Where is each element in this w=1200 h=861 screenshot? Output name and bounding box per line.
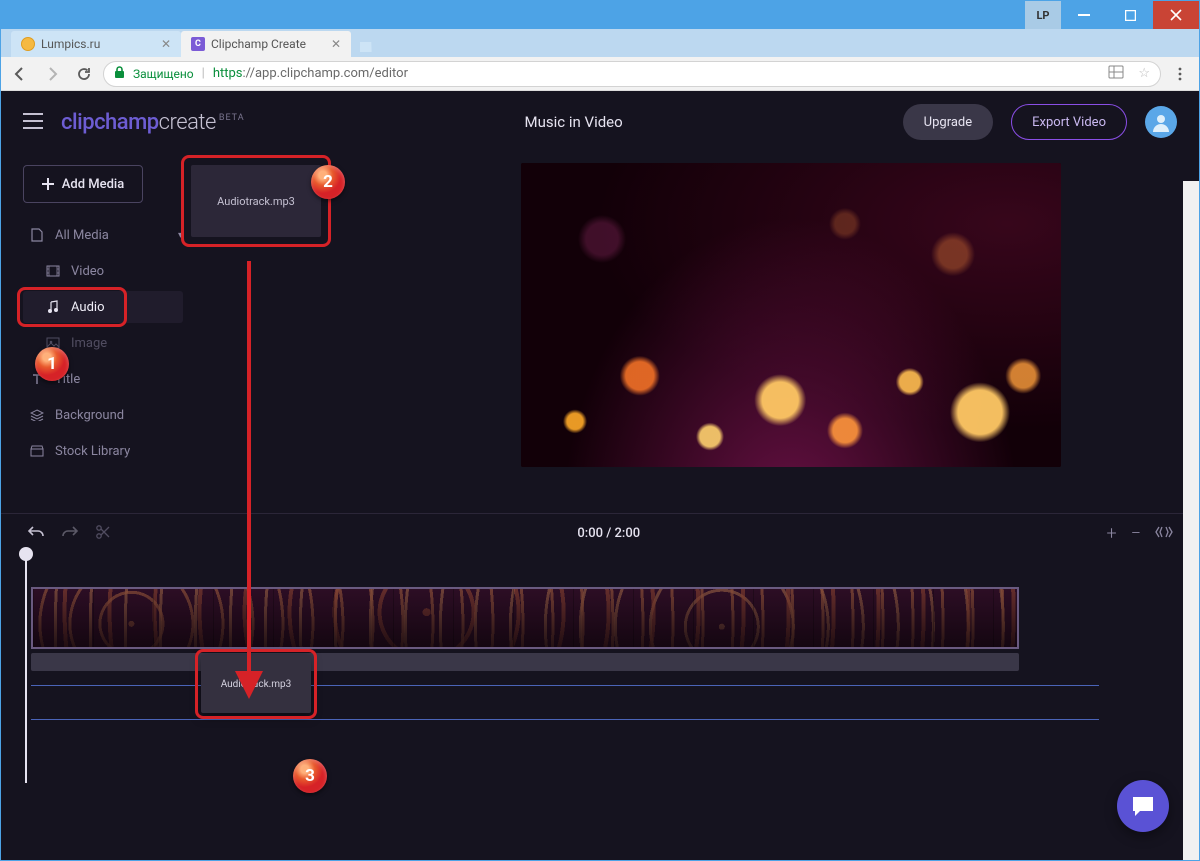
- tab-title: Lumpics.ru: [41, 37, 100, 51]
- store-icon: [29, 445, 45, 457]
- close-icon[interactable]: ✕: [161, 37, 171, 51]
- url-text: https://app.clipchamp.com/editor: [213, 66, 408, 81]
- timeline-controls: 0:00 / 2:00 + −: [1, 513, 1199, 553]
- app-header: clipchampcreateBETA Music in Video Upgra…: [1, 91, 1199, 153]
- nav-reload-button[interactable]: [71, 61, 97, 87]
- timeline[interactable]: Audiotrack.mp3: [1, 553, 1199, 783]
- upgrade-button[interactable]: Upgrade: [903, 104, 993, 140]
- video-clip[interactable]: [31, 587, 1019, 649]
- sidebar-item-background[interactable]: Background: [23, 399, 183, 431]
- secure-label: Защищено: [133, 67, 194, 81]
- audio-slot-bar: [31, 653, 1019, 671]
- selection-guide-top: [31, 685, 1099, 686]
- project-title[interactable]: Music in Video: [263, 113, 885, 131]
- plus-icon: [42, 178, 54, 190]
- upper-pane: Add Media All Media ▾ Video Audio: [1, 153, 1199, 513]
- new-tab-button[interactable]: [357, 37, 377, 57]
- sidebar-item-label: Stock Library: [55, 444, 130, 459]
- browser-tab-lumpics[interactable]: Lumpics.ru ✕: [11, 31, 181, 57]
- audio-clip-dragging[interactable]: Audiotrack.mp3: [201, 655, 311, 713]
- layers-icon: [29, 409, 45, 421]
- sidebar-item-stock[interactable]: Stock Library: [23, 435, 183, 467]
- sidebar-item-video[interactable]: Video: [23, 255, 183, 287]
- browser-toolbar: Защищено | https://app.clipchamp.com/edi…: [1, 57, 1199, 91]
- nav-back-button[interactable]: [7, 61, 33, 87]
- selection-guide-bottom: [31, 719, 1099, 720]
- sidebar-item-audio[interactable]: Audio: [23, 291, 183, 323]
- zoom-in-button[interactable]: +: [1107, 523, 1117, 544]
- nav-forward-button[interactable]: [39, 61, 65, 87]
- sidebar-item-label: Video: [71, 264, 104, 279]
- audio-clip-label: Audiotrack.mp3: [221, 679, 292, 690]
- address-bar[interactable]: Защищено | https://app.clipchamp.com/edi…: [103, 61, 1161, 87]
- browser-window: LP Lumpics.ru ✕ C Clipchamp Create ✕: [0, 0, 1200, 861]
- film-icon: [45, 265, 61, 277]
- add-media-label: Add Media: [62, 177, 124, 192]
- sidebar-item-label: Background: [55, 408, 124, 423]
- browser-tab-clipchamp[interactable]: C Clipchamp Create ✕: [181, 31, 351, 57]
- file-icon: [29, 228, 45, 242]
- add-media-button[interactable]: Add Media: [23, 165, 143, 203]
- preview-area: [383, 153, 1199, 503]
- sidebar-item-all-media[interactable]: All Media ▾: [23, 219, 183, 251]
- menu-icon[interactable]: [23, 110, 43, 134]
- sidebar-item-label: Audio: [71, 300, 104, 315]
- bookmark-star-icon[interactable]: ☆: [1138, 66, 1150, 81]
- video-track[interactable]: [31, 587, 1099, 649]
- track-spacer-top: [31, 563, 1099, 583]
- audio-track-slot[interactable]: [31, 653, 1099, 673]
- playhead[interactable]: [25, 553, 27, 783]
- tab-title: Clipchamp Create: [211, 37, 306, 51]
- undo-button[interactable]: [27, 524, 45, 544]
- chat-fab[interactable]: [1117, 780, 1169, 832]
- media-thumb-audiotrack[interactable]: Audiotrack.mp3: [191, 165, 321, 237]
- zoom-fit-button[interactable]: [1155, 523, 1173, 544]
- export-button[interactable]: Export Video: [1011, 104, 1127, 140]
- window-titlebar: LP: [1, 1, 1199, 29]
- favicon-clipchamp: C: [191, 37, 205, 51]
- lock-icon: [114, 66, 125, 82]
- redo-button[interactable]: [61, 524, 79, 544]
- app-logo: clipchampcreateBETA: [61, 110, 245, 135]
- translate-icon[interactable]: [1108, 64, 1124, 84]
- sidebar-item-label: All Media: [55, 228, 109, 243]
- window-user-badge: LP: [1025, 1, 1061, 29]
- browser-vertical-scrollbar[interactable]: [1183, 181, 1199, 860]
- app-viewport: clipchampcreateBETA Music in Video Upgra…: [1, 91, 1199, 860]
- media-panel: Audiotrack.mp3: [183, 153, 383, 503]
- audio-drop-track[interactable]: Audiotrack.mp3: [31, 677, 1099, 727]
- annotation-badge-2: 2: [311, 165, 345, 199]
- window-maximize-button[interactable]: [1107, 1, 1153, 29]
- browser-menu-button[interactable]: [1167, 61, 1193, 87]
- playback-time: 0:00 / 2:00: [111, 526, 1107, 541]
- browser-tabstrip: Lumpics.ru ✕ C Clipchamp Create ✕: [1, 29, 1199, 57]
- window-minimize-button[interactable]: [1061, 1, 1107, 29]
- annotation-badge-1: 1: [35, 347, 69, 381]
- video-preview[interactable]: [521, 163, 1061, 467]
- media-sidebar: Add Media All Media ▾ Video Audio: [23, 153, 183, 503]
- annotation-badge-3: 3: [293, 759, 327, 793]
- video-frame: [521, 163, 1061, 467]
- favicon-lumpics: [21, 37, 35, 51]
- scissors-icon[interactable]: [95, 524, 111, 544]
- avatar[interactable]: [1145, 106, 1177, 138]
- music-note-icon: [45, 300, 61, 314]
- close-icon[interactable]: ✕: [331, 37, 341, 51]
- zoom-out-button[interactable]: −: [1131, 523, 1141, 544]
- media-thumb-label: Audiotrack.mp3: [217, 195, 295, 208]
- sidebar-item-label: Image: [71, 336, 107, 351]
- window-close-button[interactable]: [1153, 1, 1199, 29]
